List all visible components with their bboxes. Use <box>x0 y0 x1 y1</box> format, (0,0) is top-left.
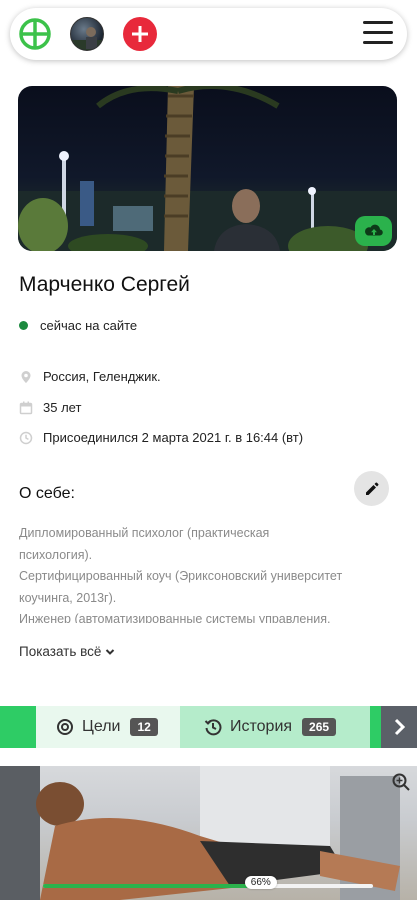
about-text: Дипломированный психолог (практическая п… <box>19 523 389 623</box>
about-line: Сертифицированный коуч (Эриксоновский ун… <box>19 569 343 583</box>
tab-goals-label: Цели <box>82 718 121 735</box>
calendar-icon <box>19 401 33 415</box>
profile-cover-photo <box>18 86 397 251</box>
joined-text: Присоединился 2 марта 2021 г. в 16:44 (в… <box>43 430 304 445</box>
add-plus-icon[interactable] <box>123 17 157 51</box>
chevron-down-icon <box>106 648 115 655</box>
globe-icon[interactable] <box>18 17 52 51</box>
goals-count-badge: 12 <box>130 718 158 736</box>
about-line: Инженер (автоматизированные системы упра… <box>19 612 331 623</box>
goal-progress-label: 66% <box>244 876 277 889</box>
online-status: сейчас на сайте <box>19 318 137 333</box>
tab-history[interactable]: История 265 <box>180 706 370 748</box>
avatar[interactable] <box>70 17 104 51</box>
profile-tabs: Цели 12 История 265 <box>0 706 417 748</box>
about-line: коучинга, 2013г). <box>19 590 117 605</box>
location-text: Россия, Геленджик. <box>43 369 161 384</box>
cloud-upload-button[interactable] <box>355 216 392 246</box>
joined-row: Присоединился 2 марта 2021 г. в 16:44 (в… <box>19 430 303 445</box>
about-title: О себе: <box>19 485 75 502</box>
cloud-upload-icon <box>364 224 383 236</box>
location-row: Россия, Геленджик. <box>19 369 161 384</box>
workout-media[interactable]: 66% <box>0 766 417 900</box>
history-icon <box>204 719 222 736</box>
tabs-left-scroll-area <box>0 706 36 748</box>
show-all-label: Показать всё <box>19 644 102 659</box>
online-dot <box>19 321 28 330</box>
online-status-text: сейчас на сайте <box>40 318 138 333</box>
goal-progress-fill <box>43 884 261 888</box>
location-pin-icon <box>19 370 33 384</box>
age-row: 35 лет <box>19 400 81 415</box>
show-all-link[interactable]: Показать всё <box>19 644 116 659</box>
tabs-next-button[interactable] <box>381 706 417 748</box>
about-line: психология). <box>19 547 93 562</box>
tab-history-label: История <box>230 718 293 735</box>
top-nav-bar <box>10 8 407 60</box>
pencil-icon <box>365 482 378 495</box>
edit-about-button[interactable] <box>354 471 389 506</box>
age-text: 35 лет <box>43 400 82 415</box>
tab-goals[interactable]: Цели 12 <box>36 706 180 748</box>
menu-icon[interactable] <box>363 21 393 47</box>
about-line: Дипломированный психолог (практическая <box>19 526 270 540</box>
zoom-icon[interactable] <box>391 772 411 792</box>
profile-name: Марченко Сергей <box>19 273 190 296</box>
profile-page: Марченко Сергей сейчас на сайте Россия, … <box>0 0 417 900</box>
clock-icon <box>19 431 33 445</box>
history-count-badge: 265 <box>302 718 337 736</box>
goal-progress-bar: 66% <box>43 876 373 889</box>
target-icon <box>57 719 73 735</box>
chevron-right-icon <box>394 718 406 736</box>
